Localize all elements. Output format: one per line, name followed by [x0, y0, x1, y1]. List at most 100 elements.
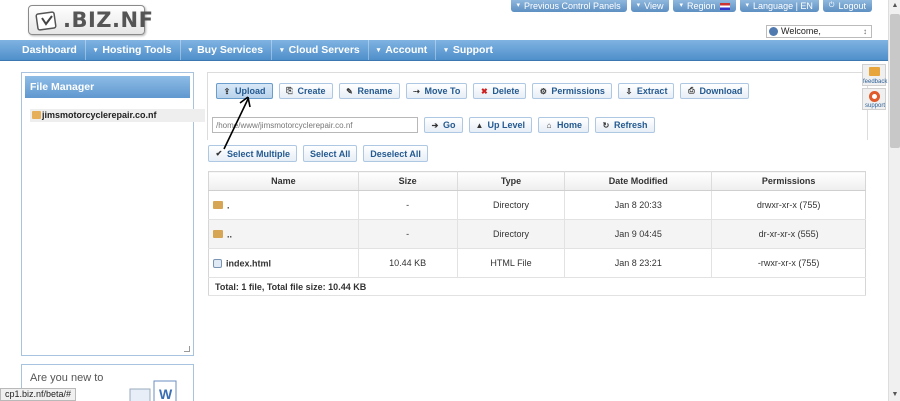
- top-links: ▾ Previous Control Panels ▾ View ▾ Region ▾…: [510, 0, 872, 12]
- chevron-down-icon: ▾: [636, 2, 641, 9]
- table-row[interactable]: . - Directory Jan 8 20:33 drwxr-xr-x (75…: [208, 190, 866, 220]
- new-user-text: Are you new to: [30, 372, 104, 384]
- scroll-down-icon[interactable]: ▼: [889, 389, 900, 401]
- table-row[interactable]: .. - Directory Jan 9 04:45 dr-xr-xr-x (5…: [208, 219, 866, 249]
- chevron-down-icon: ▾: [280, 46, 284, 54]
- checkmark-icon: ✔: [215, 149, 223, 158]
- delete-button[interactable]: ✖ Delete: [473, 83, 527, 99]
- row-name-cell: index.html: [208, 248, 359, 278]
- create-icon: ⎘: [286, 86, 293, 95]
- chevron-down-icon: ▾: [745, 2, 750, 9]
- folder-icon: [213, 230, 223, 239]
- column-header-permissions[interactable]: Permissions: [711, 171, 866, 191]
- tree-item-domain-folder[interactable]: jimsmotorcyclerepair.co.nf: [30, 109, 205, 122]
- chevron-down-icon: ▾: [376, 46, 381, 54]
- move-icon: ⇢: [413, 86, 420, 96]
- side-tabs: feedback support: [862, 64, 887, 112]
- file-toolbar: ⇪ Upload ⎘ Create ✎ Rename ⇢ Move To ✖ Delete…: [216, 83, 750, 99]
- deselect-all-button[interactable]: Deselect All: [363, 145, 428, 162]
- feedback-icon: [869, 67, 880, 76]
- lifebuoy-icon: [869, 91, 880, 102]
- create-button[interactable]: ⎘ Create: [278, 83, 333, 99]
- chevron-down-icon: ↕: [863, 27, 867, 36]
- view-link[interactable]: ▾ View: [630, 0, 670, 12]
- html-file-icon: [213, 258, 222, 268]
- refresh-button[interactable]: ↻ Refresh: [595, 117, 655, 133]
- column-header-date[interactable]: Date Modified: [564, 171, 713, 191]
- home-icon: ⌂: [546, 120, 552, 130]
- file-table: Name Size Type Date Modified Permissions…: [208, 171, 866, 296]
- home-button[interactable]: ⌂ Home: [538, 117, 590, 133]
- extract-icon: ⇩: [625, 86, 633, 96]
- language-link[interactable]: ▾ Language | EN: [739, 0, 819, 12]
- up-level-button[interactable]: ▲ Up Level: [468, 117, 533, 133]
- upload-icon: ⇪: [223, 86, 231, 96]
- scroll-up-icon[interactable]: ▲: [889, 0, 900, 12]
- chevron-down-icon: ▾: [93, 46, 98, 54]
- row-date-cell: Jan 8 20:33: [564, 190, 713, 220]
- previous-control-panels-link[interactable]: ▾ Previous Control Panels: [510, 0, 627, 12]
- gear-icon: ⚙: [539, 86, 547, 96]
- rename-button[interactable]: ✎ Rename: [338, 83, 400, 99]
- nav-cloud-servers[interactable]: ▾ Cloud Servers: [272, 40, 369, 60]
- documents-illustration-icon: W: [129, 380, 177, 401]
- row-date-cell: Jan 9 04:45: [564, 219, 713, 249]
- folder-icon: [213, 201, 223, 210]
- logo[interactable]: .BIZ.NF: [28, 5, 153, 35]
- logo-mark-icon: [35, 11, 57, 31]
- selection-row: ✔ Select Multiple Select All Deselect All: [208, 145, 428, 162]
- move-to-button[interactable]: ⇢ Move To: [405, 83, 468, 99]
- browser-status-bar: cp1.biz.nf/beta/#: [0, 388, 77, 401]
- logout-link[interactable]: ⏻ Logout: [822, 0, 872, 12]
- svg-text:W: W: [159, 386, 173, 401]
- feedback-tab[interactable]: feedback: [862, 64, 887, 86]
- nav-dashboard[interactable]: Dashboard: [0, 40, 86, 60]
- region-link[interactable]: ▾ Region: [673, 0, 736, 12]
- table-footer-row: Total: 1 file, Total file size: 10.44 KB: [208, 277, 866, 296]
- row-size-cell: -: [358, 219, 458, 249]
- path-input[interactable]: [212, 117, 418, 133]
- user-icon: [769, 27, 778, 36]
- nav-buy-services[interactable]: ▾ Buy Services: [181, 40, 273, 60]
- path-row: ➔Go ▲Up Level ⌂Home ↻Refresh: [212, 117, 655, 133]
- row-size-cell: -: [358, 190, 458, 220]
- row-size-cell: 10.44 KB: [358, 248, 458, 278]
- column-header-size[interactable]: Size: [358, 171, 458, 191]
- logo-text: .BIZ.NF: [63, 8, 154, 32]
- row-type-cell: Directory: [457, 219, 566, 249]
- download-button[interactable]: ⎙ Download: [680, 83, 750, 99]
- chevron-down-icon: ▾: [516, 2, 521, 9]
- column-header-type[interactable]: Type: [457, 171, 566, 191]
- folder-icon: [32, 111, 41, 119]
- table-header-row: Name Size Type Date Modified Permissions: [208, 171, 866, 191]
- scroll-thumb[interactable]: [890, 14, 900, 148]
- select-all-button[interactable]: Select All: [303, 145, 358, 162]
- table-row[interactable]: index.html 10.44 KB HTML File Jan 8 23:2…: [208, 248, 866, 278]
- chevron-down-icon: ▾: [188, 46, 193, 54]
- welcome-text: Welcome,: [781, 26, 821, 36]
- column-header-name[interactable]: Name: [208, 171, 359, 191]
- permissions-button[interactable]: ⚙ Permissions: [532, 83, 612, 99]
- page-scrollbar[interactable]: ▲ ▼: [888, 0, 900, 401]
- power-icon: ⏻: [828, 2, 835, 9]
- extract-button[interactable]: ⇩ Extract: [617, 83, 675, 99]
- file-manager-sidebar: File Manager jimsmotorcyclerepair.co.nf: [21, 72, 205, 356]
- upload-button[interactable]: ⇪ Upload: [216, 83, 273, 99]
- row-perms-cell: dr-xr-xr-x (555): [711, 219, 866, 249]
- row-perms-cell: -rwxr-xr-x (755): [711, 248, 866, 278]
- delete-icon: ✖: [481, 86, 488, 96]
- row-perms-cell: drwxr-xr-x (755): [711, 190, 866, 220]
- download-icon: ⎙: [688, 86, 695, 95]
- nav-account[interactable]: ▾ Account: [369, 40, 437, 60]
- welcome-dropdown[interactable]: Welcome, ↕: [766, 25, 872, 38]
- go-button[interactable]: ➔ Go: [424, 117, 463, 133]
- nav-hosting-tools[interactable]: ▾ Hosting Tools: [86, 40, 181, 60]
- nav-support[interactable]: ▾ Support: [436, 40, 501, 60]
- select-multiple-button[interactable]: ✔ Select Multiple: [208, 145, 298, 162]
- support-tab[interactable]: support: [862, 88, 886, 110]
- resize-grip[interactable]: [184, 346, 190, 352]
- refresh-icon: ↻: [602, 120, 610, 130]
- arrow-right-icon: ➔: [431, 120, 439, 130]
- header: .BIZ.NF ▾ Previous Control Panels ▾ View ▾…: [0, 0, 888, 40]
- row-date-cell: Jan 8 23:21: [564, 248, 713, 278]
